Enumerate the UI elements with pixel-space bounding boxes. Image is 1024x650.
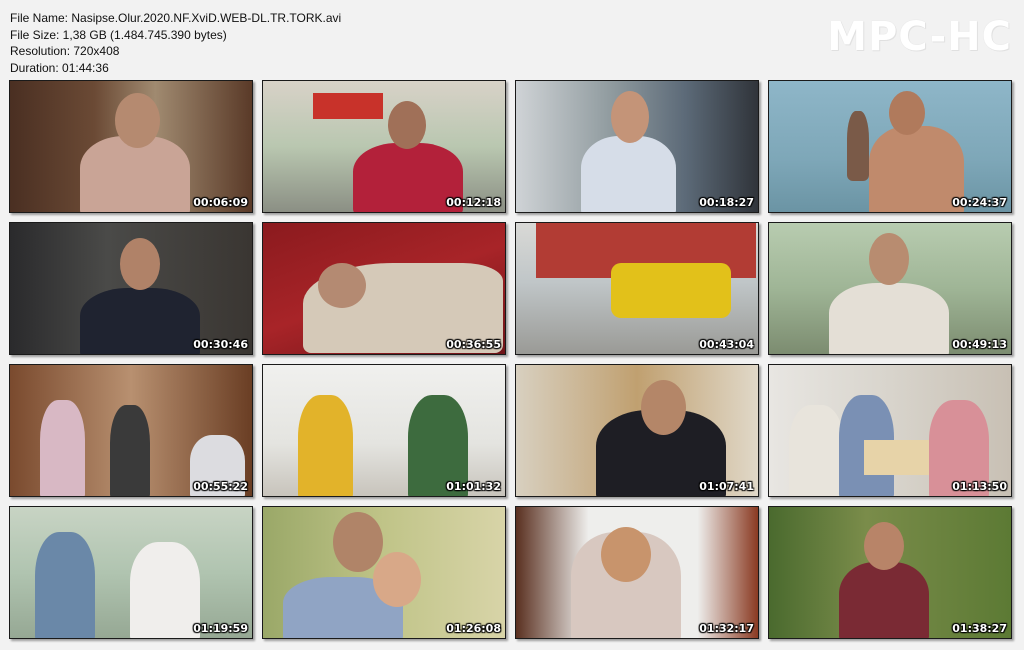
thumbnail-9: 00:55:22	[9, 364, 253, 497]
thumbnail-timestamp: 01:07:41	[699, 480, 754, 493]
thumbnail-14: 01:26:08	[262, 506, 506, 639]
mpc-hc-logo: MPC-HC	[827, 14, 1012, 60]
thumbnail-2: 00:12:18	[262, 80, 506, 213]
file-resolution: Resolution: 720x408	[10, 44, 120, 58]
thumbnail-6: 00:36:55	[262, 222, 506, 355]
thumbnail-1: 00:06:09	[9, 80, 253, 213]
file-info-panel: File Name: Nasipse.Olur.2020.NF.XviD.WEB…	[10, 10, 341, 76]
thumbnail-11: 01:07:41	[515, 364, 759, 497]
thumbnail-timestamp: 01:13:50	[952, 480, 1007, 493]
file-duration: Duration: 01:44:36	[10, 60, 109, 75]
thumbnail-timestamp: 01:26:08	[446, 622, 501, 635]
thumbnail-timestamp: 00:36:55	[446, 338, 501, 351]
thumbnail-4: 00:24:37	[768, 80, 1012, 213]
thumbnail-timestamp: 01:38:27	[952, 622, 1007, 635]
thumbnail-15: 01:32:17	[515, 506, 759, 639]
thumbnail-3: 00:18:27	[515, 80, 759, 213]
thumbnail-timestamp: 00:24:37	[952, 196, 1007, 209]
thumbnail-13: 01:19:59	[9, 506, 253, 639]
thumbnail-timestamp: 00:49:13	[952, 338, 1007, 351]
file-size: File Size: 1,38 GB (1.484.745.390 bytes)	[10, 27, 227, 42]
thumbnail-timestamp: 00:30:46	[193, 338, 248, 351]
file-name: File Name: Nasipse.Olur.2020.NF.XviD.WEB…	[10, 11, 342, 25]
thumbnail-7: 00:43:04	[515, 222, 759, 355]
thumbnail-timestamp: 00:06:09	[193, 196, 248, 209]
thumbnail-timestamp: 01:32:17	[699, 622, 754, 635]
thumbnail-timestamp: 00:43:04	[699, 338, 754, 351]
thumbnail-timestamp: 01:19:59	[193, 622, 248, 635]
thumbnail-10: 01:01:32	[262, 364, 506, 497]
thumbnail-12: 01:13:50	[768, 364, 1012, 497]
thumbnail-timestamp: 00:18:27	[699, 196, 754, 209]
thumbnail-5: 00:30:46	[9, 222, 253, 355]
thumbnail-8: 00:49:13	[768, 222, 1012, 355]
thumbnail-16: 01:38:27	[768, 506, 1012, 639]
thumbnail-timestamp: 01:01:32	[446, 480, 501, 493]
thumbnail-timestamp: 00:55:22	[193, 480, 248, 493]
thumbnail-timestamp: 00:12:18	[446, 196, 501, 209]
